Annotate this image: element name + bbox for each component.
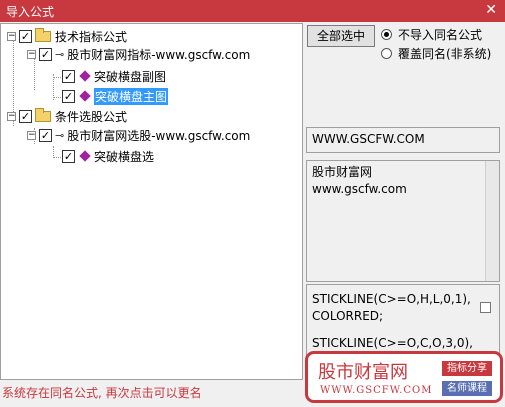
code-spacer [312,325,494,335]
tree-item-breakout-screen[interactable]: ✓ 突破横盘选 [62,147,154,165]
watermark-name: 股市财富网 [318,362,408,383]
tree-item-breakout-main-chart[interactable]: ✓ 突破横盘主图 [62,87,169,105]
close-icon[interactable]: ✕ [485,2,497,18]
radio-selected-icon[interactable] [381,29,392,40]
watermark-tag-course: 名师课程 [442,381,492,396]
formula-tree[interactable]: − ✓ 技术指标公式 − ✓ ⊸ 股市财富网指标-www.gscfw.com ✓… [0,23,303,380]
description-scrollbar[interactable] [485,161,499,281]
formula-icon [79,150,91,162]
key-icon: ⊸ [55,128,65,142]
watermark-tag-indicator: 指标分享 [442,361,492,376]
watermark-site: WWW.GSCFW.COM [320,385,433,396]
code-line: STICKLINE(C>=O,C,O,3,0), [312,336,473,350]
folder-icon [35,27,51,42]
status-message: 系统存在同名公式, 再次点击可以更名 [2,386,202,400]
tree-node-label: 技术指标公式 [55,29,128,44]
collapse-icon[interactable]: − [7,111,16,121]
description-line: 股市财富网 [312,165,373,179]
radio-unselected-icon[interactable] [381,48,392,59]
tree-guide [53,146,54,156]
watermark-logo: 股市财富网 WWW.GSCFW.COM 指标分享 名师课程 [305,351,503,403]
tree-node-label: 股市财富网指标-www.gscfw.com [67,47,251,62]
radio-overwrite-duplicates[interactable]: 覆盖同名(非系统) [381,45,491,62]
tree-node-label: 股市财富网选股-www.gscfw.com [67,128,251,143]
checkbox-breakout-sub-chart[interactable]: ✓ [62,69,75,83]
radio-label: 覆盖同名(非系统) [398,47,492,61]
checkbox-gscfw-indicators[interactable]: ✓ [39,47,52,61]
tree-node-gscfw-screening[interactable]: − ✓ ⊸ 股市财富网选股-www.gscfw.com [27,126,250,144]
tree-item-label: 突破横盘副图 [94,69,167,84]
tree-node-gscfw-indicators[interactable]: − ✓ ⊸ 股市财富网指标-www.gscfw.com [27,45,250,63]
formula-url: WWW.GSCFW.COM [312,132,425,146]
checkbox-breakout-main-chart[interactable]: ✓ [62,89,75,103]
formula-url-field: WWW.GSCFW.COM [306,127,500,153]
code-line: COLORRED; [312,309,384,323]
formula-icon [79,90,91,102]
description-line: www.gscfw.com [312,182,407,196]
checkbox-tech-indicators[interactable]: ✓ [19,29,32,43]
collapse-icon[interactable]: − [7,31,16,41]
checkbox-gscfw-screening[interactable]: ✓ [39,128,52,142]
tree-node-label: 条件选股公式 [55,109,128,124]
tree-node-tech-indicators[interactable]: − ✓ 技术指标公式 [7,27,127,45]
radio-skip-duplicates[interactable]: 不导入同名公式 [381,26,482,43]
tree-item-label-selected: 突破横盘主图 [94,87,169,105]
formula-description: 股市财富网 www.gscfw.com [306,160,500,282]
folder-icon [35,107,51,122]
code-line: STICKLINE(C>=O,H,L,0,1), [312,292,471,306]
code-checkbox[interactable] [480,302,491,313]
radio-label: 不导入同名公式 [398,28,483,42]
window-title: 导入公式 [6,5,55,19]
key-icon: ⊸ [55,47,65,61]
formula-icon [79,70,91,82]
tree-item-label: 突破横盘选 [94,149,155,164]
tree-node-stock-screening[interactable]: − ✓ 条件选股公式 [7,107,127,125]
tree-item-breakout-sub-chart[interactable]: ✓ 突破横盘副图 [62,67,166,85]
checkbox-breakout-screen[interactable]: ✓ [62,149,75,163]
checkbox-stock-screening[interactable]: ✓ [19,109,32,123]
title-bar: 导入公式 ✕ [0,0,505,22]
options-pane: 全部选中 不导入同名公式 覆盖同名(非系统) WWW.GSCFW.COM 股市财… [305,23,505,383]
collapse-icon[interactable]: − [27,130,36,140]
select-all-button[interactable]: 全部选中 [307,25,375,47]
collapse-icon[interactable]: − [27,49,36,59]
